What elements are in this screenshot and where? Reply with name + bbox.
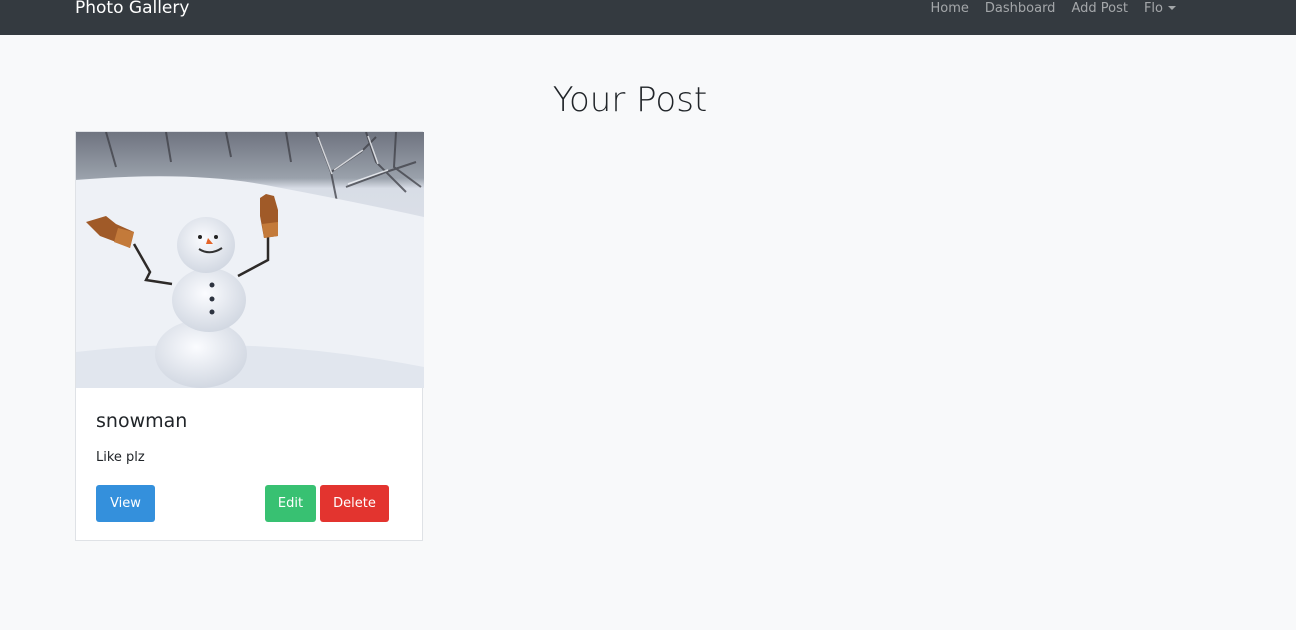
nav-dashboard-link[interactable]: Dashboard (985, 0, 1056, 17)
user-menu-dropdown[interactable]: Flo (1144, 0, 1176, 17)
delete-button[interactable]: Delete (320, 485, 389, 522)
nav-links: Home Dashboard Add Post Flo (931, 0, 1176, 17)
navbar: Photo Gallery Home Dashboard Add Post Fl… (0, 0, 1296, 35)
nav-home-link[interactable]: Home (931, 0, 969, 17)
view-button[interactable]: View (96, 485, 155, 522)
caret-down-icon (1168, 6, 1176, 10)
post-title: snowman (96, 410, 188, 432)
user-menu-label: Flo (1143, 1, 1163, 16)
page-title: Your Post (552, 80, 708, 120)
brand-link[interactable]: Photo Gallery (75, 0, 189, 19)
post-image (76, 132, 424, 388)
nav-add-post-link[interactable]: Add Post (1071, 0, 1128, 17)
post-description: Like plz (96, 450, 145, 465)
edit-button[interactable]: Edit (265, 485, 316, 522)
post-card: snowman Like plz View Edit Delete (75, 131, 424, 541)
